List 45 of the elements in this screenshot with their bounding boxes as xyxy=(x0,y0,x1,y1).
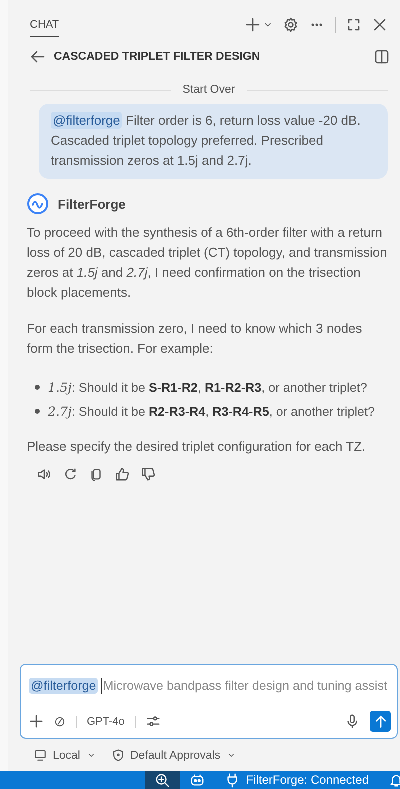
zoom-in-icon xyxy=(155,772,170,788)
plug-icon xyxy=(225,772,240,788)
chevron-down-icon[interactable] xyxy=(86,751,96,760)
location-dropdown[interactable]: Local xyxy=(53,750,80,762)
start-over-link[interactable]: Start Over xyxy=(182,84,236,96)
close-icon[interactable] xyxy=(372,17,388,33)
sliders-icon[interactable] xyxy=(146,714,161,729)
monitor-icon xyxy=(34,749,47,762)
bullet-text: 1.5j: Should it be S-R1-R2, R1-R2-R3, or another triplet? xyxy=(48,380,368,394)
maximize-icon[interactable] xyxy=(346,17,362,33)
thumbs-down-icon[interactable] xyxy=(141,467,156,482)
chat-title: CASCADED TRIPLET FILTER DESIGN xyxy=(54,51,262,63)
wave-logo-icon xyxy=(27,193,49,215)
speaker-icon[interactable] xyxy=(37,467,52,482)
bullet-text: 2.7j: Should it be R2-R3-R4, R3-R4-R5, or another triplet? xyxy=(48,404,376,418)
arrow-up-icon xyxy=(374,714,388,728)
microphone-icon[interactable] xyxy=(345,714,360,729)
shield-icon xyxy=(112,749,124,762)
plus-icon[interactable] xyxy=(29,714,44,729)
robot-icon xyxy=(190,772,206,788)
send-button[interactable] xyxy=(370,711,391,732)
chat-input-box[interactable]: @filterforge Microwave bandpass filter design and tuning assist GPT-4o xyxy=(20,664,398,739)
response-paragraph: Please specify the desired triplet configuration for each TZ. xyxy=(27,438,367,456)
attach-context-icon[interactable] xyxy=(54,716,66,728)
split-panel-icon[interactable] xyxy=(374,49,390,65)
response-paragraph: For each transmission zero, I need to know which 3 nodes form the trisection. For example: xyxy=(27,320,364,358)
settings-icon[interactable] xyxy=(283,17,299,33)
approvals-dropdown[interactable]: Default Approvals xyxy=(130,750,221,762)
bell-icon xyxy=(389,772,400,788)
copy-icon[interactable] xyxy=(89,467,104,482)
status-item[interactable] xyxy=(145,771,180,789)
mention-link[interactable]: @filterforge xyxy=(51,112,122,129)
chevron-down-icon[interactable] xyxy=(226,751,236,760)
message-text: @filterforge Filter order is 6, return loss value -20 dB. Cascaded triplet topology preferred. Prescribed transmission zeros at 1.5j and 2.7j. xyxy=(51,111,362,170)
thumbs-up-icon[interactable] xyxy=(115,467,130,482)
status-item[interactable]: FilterForge: Connected xyxy=(215,771,379,789)
back-arrow-icon[interactable] xyxy=(30,49,46,65)
assistant-name: FilterForge xyxy=(58,196,126,212)
chat-tab[interactable]: CHAT xyxy=(30,19,60,37)
response-paragraph: To proceed with the synthesis of a 6th-order filter with a return loss of 20 dB, cascaded triplet (CT) topology, and transmission zeros at 1.5j and 2.7j, I need confirmation on the trisection block placements. xyxy=(27,224,388,302)
input-placeholder: Microwave bandpass filter design and tuning assist xyxy=(103,679,388,693)
retry-icon[interactable] xyxy=(63,467,78,482)
model-picker[interactable]: GPT-4o xyxy=(87,716,125,728)
plus-icon[interactable] xyxy=(245,17,261,33)
mention-tag: @filterforge xyxy=(29,678,98,694)
